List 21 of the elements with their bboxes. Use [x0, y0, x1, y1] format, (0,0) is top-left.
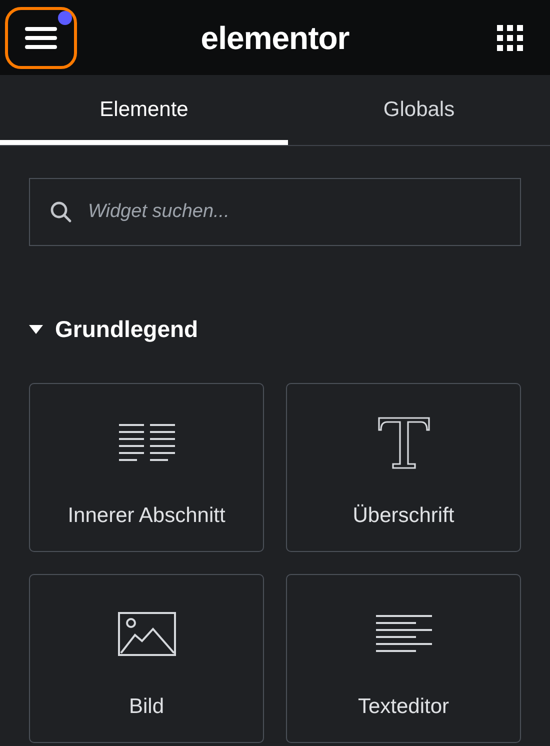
columns-icon: [118, 422, 176, 462]
widget-label: Texteditor: [358, 694, 450, 720]
menu-button[interactable]: [5, 6, 77, 68]
logo: elementor: [200, 18, 350, 58]
text-lines-icon: [374, 614, 432, 654]
search-field[interactable]: Widget suchen...: [29, 178, 521, 246]
widget-label: Überschrift: [352, 502, 454, 528]
section-header[interactable]: Grundlegend: [29, 312, 198, 346]
menu-icon: [25, 26, 57, 50]
tab[interactable]: Globals: [288, 75, 550, 145]
apps-grid-icon[interactable]: [497, 24, 523, 50]
tab[interactable]: Elemente: [0, 75, 288, 145]
widget-card[interactable]: Überschrift: [286, 382, 521, 552]
widget-card[interactable]: Innerer Abschnitt: [29, 382, 264, 552]
image-icon: [118, 612, 176, 656]
widget-card[interactable]: Bild: [29, 574, 264, 742]
widget-label: Bild: [128, 694, 164, 720]
letter-t-icon: [376, 416, 430, 470]
widget-label: Innerer Abschnitt: [68, 502, 226, 528]
search-icon: [50, 201, 72, 223]
widget-card[interactable]: Texteditor: [286, 574, 521, 742]
